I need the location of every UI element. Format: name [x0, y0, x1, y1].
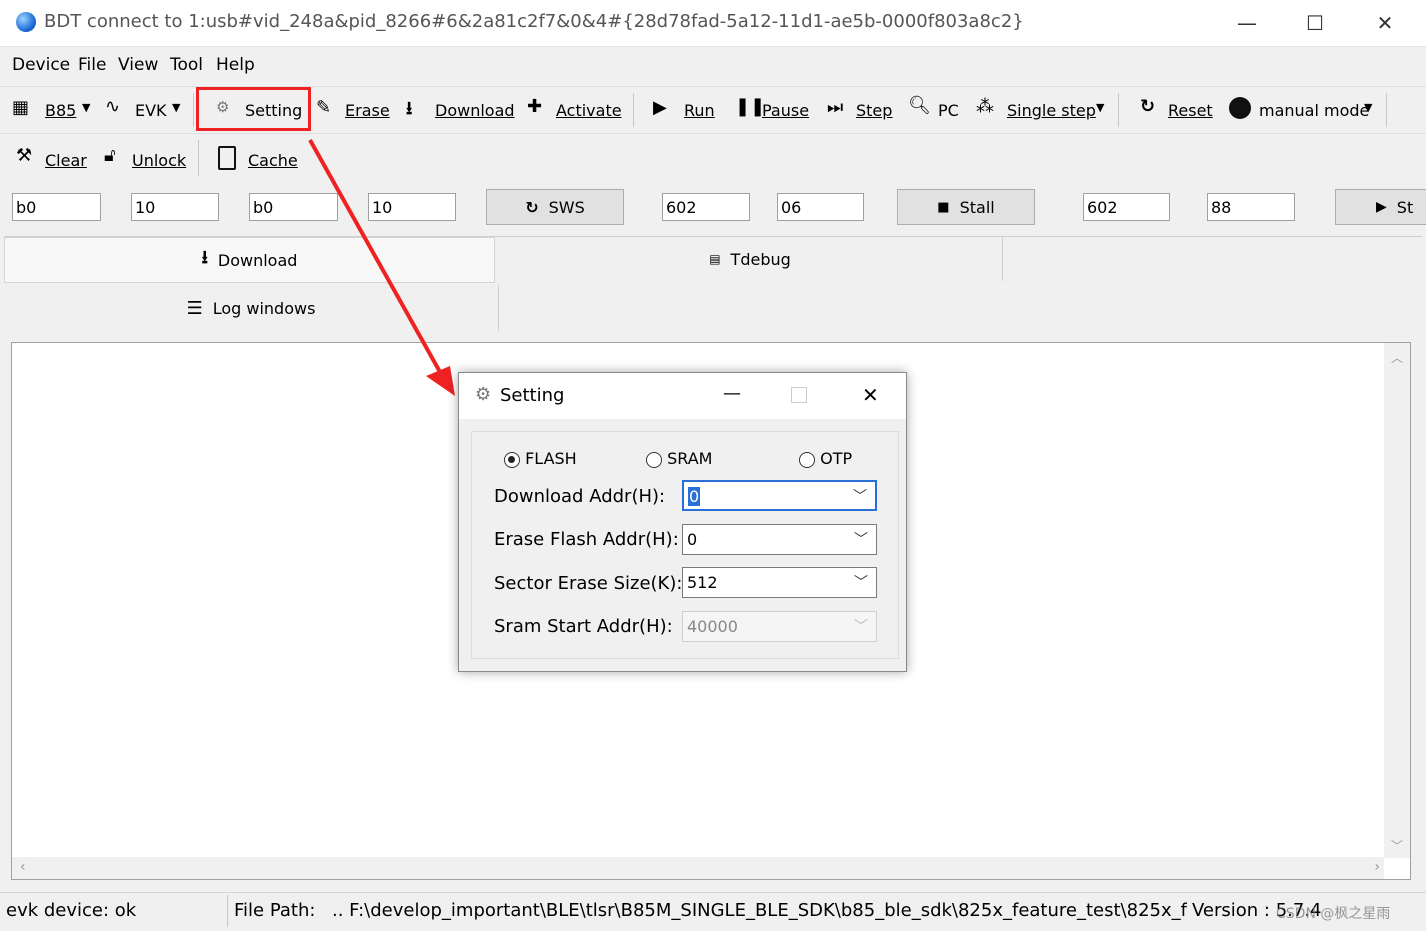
chevron-down-icon[interactable]: ﹀ [853, 483, 867, 512]
radio-otp-indicator[interactable] [799, 451, 815, 468]
dialog-minimize-button[interactable]: — [723, 383, 741, 404]
download-addr-combo[interactable]: 0 ﹀ [682, 480, 877, 511]
download-addr-value: 0 [688, 487, 701, 506]
radio-flash-label: FLASH [525, 449, 577, 468]
radio-flash-indicator[interactable] [504, 451, 520, 468]
radio-sram[interactable]: SRAM [646, 449, 712, 468]
sram-start-label: Sram Start Addr(H): [494, 616, 673, 637]
dialog-close-button[interactable]: ✕ [862, 383, 879, 407]
chevron-down-icon[interactable]: ﹀ [854, 569, 868, 598]
dialog-maximize-button[interactable] [791, 387, 807, 403]
sector-size-value: 512 [687, 573, 718, 592]
erase-addr-combo[interactable]: 0 ﹀ [682, 524, 877, 555]
dialog-settings-group: FLASH SRAM OTP Download Addr(H): 0 ﹀ Era… [471, 431, 899, 659]
sram-start-combo: 40000 ﹀ [682, 611, 877, 642]
dialog-title-bar: ⚙ Setting — ✕ [459, 373, 906, 419]
erase-addr-label: Erase Flash Addr(H): [494, 529, 679, 550]
radio-sram-indicator[interactable] [646, 451, 662, 468]
radio-sram-label: SRAM [667, 449, 713, 468]
chevron-down-icon[interactable]: ﹀ [854, 526, 868, 555]
setting-dialog: ⚙ Setting — ✕ FLASH SRAM OTP Download Ad… [458, 372, 907, 672]
download-addr-label: Download Addr(H): [494, 486, 666, 507]
radio-otp[interactable]: OTP [799, 449, 852, 468]
radio-flash[interactable]: FLASH [504, 449, 577, 468]
radio-otp-label: OTP [820, 449, 853, 468]
dialog-title: Setting [500, 385, 565, 406]
sram-start-value: 40000 [687, 617, 738, 636]
erase-addr-value: 0 [687, 530, 698, 549]
chevron-down-icon: ﹀ [854, 619, 868, 635]
sector-size-combo[interactable]: 512 ﹀ [682, 567, 877, 598]
sector-size-label: Sector Erase Size(K): [494, 573, 683, 594]
gear-icon: ⚙ [475, 384, 492, 405]
